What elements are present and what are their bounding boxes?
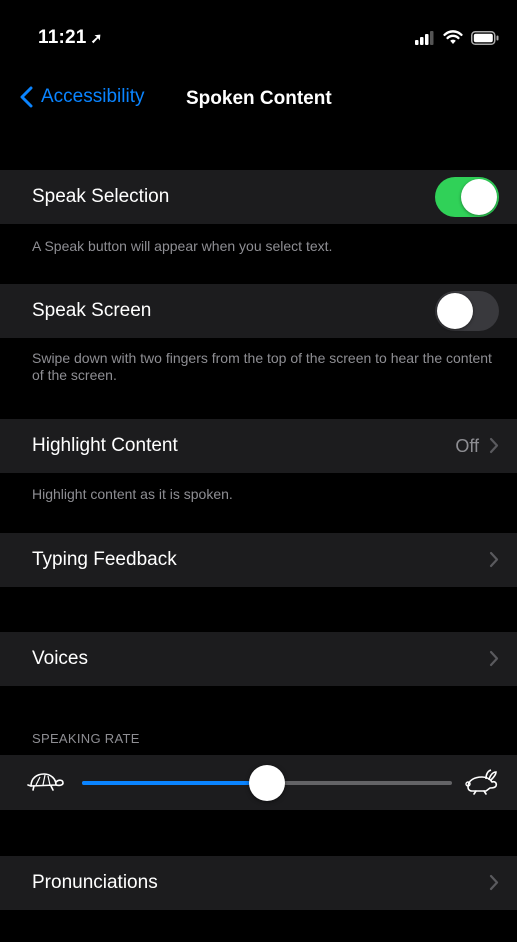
chevron-right-icon [489,551,499,568]
pronunciations-label: Pronunciations [32,872,158,893]
chevron-right-icon [489,874,499,891]
speak-selection-footer: A Speak button will appear when you sele… [32,238,333,254]
wifi-icon [443,30,463,44]
speak-selection-label: Speak Selection [32,186,170,207]
speak-screen-toggle[interactable] [435,291,499,331]
speaking-rate-row [0,755,517,810]
toggle-knob [437,293,473,329]
pronunciations-row[interactable]: Pronunciations [0,856,517,910]
voices-row[interactable]: Voices [0,632,517,686]
back-button[interactable]: Accessibility [20,86,144,108]
toggle-knob [461,179,497,215]
speak-screen-label: Speak Screen [32,300,152,321]
speak-selection-toggle[interactable] [435,177,499,217]
highlight-content-value: Off [455,435,479,456]
highlight-content-label: Highlight Content [32,435,178,456]
back-label: Accessibility [41,86,145,107]
chevron-left-icon [20,86,33,108]
highlight-content-footer: Highlight content as it is spoken. [32,486,233,502]
cellular-signal-icon [415,30,434,45]
status-icons [415,30,499,45]
hare-icon [465,769,498,795]
speaking-rate-header: SPEAKING RATE [32,731,140,746]
slider-thumb[interactable] [249,765,285,801]
chevron-right-icon [489,437,499,454]
status-bar: 11:21 ➚ [0,0,517,72]
typing-feedback-row[interactable]: Typing Feedback [0,533,517,587]
speaking-rate-slider[interactable] [82,765,452,801]
clock-time: 11:21 [38,27,87,48]
voices-label: Voices [32,648,88,669]
slider-fill [82,781,267,785]
location-arrow-icon: ➚ [90,30,103,46]
turtle-icon [27,773,64,791]
battery-icon [471,30,499,45]
status-time: 11:21 ➚ [38,27,102,49]
speak-screen-footer: Swipe down with two fingers from the top… [32,350,492,383]
typing-feedback-label: Typing Feedback [32,549,177,570]
highlight-content-row[interactable]: Highlight Content Off [0,419,517,473]
speak-screen-row: Speak Screen [0,284,517,338]
chevron-right-icon [489,650,499,667]
page-title: Spoken Content [186,88,332,109]
speak-selection-row: Speak Selection [0,170,517,224]
navigation-bar: Accessibility Spoken Content [0,72,517,127]
